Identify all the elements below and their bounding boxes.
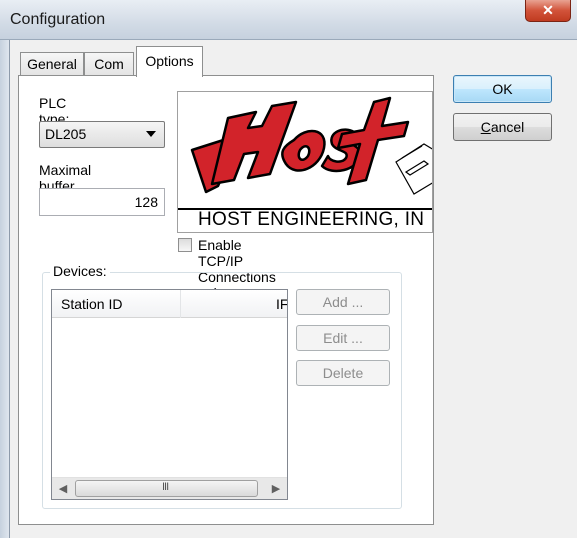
chevron-down-icon [146, 131, 156, 137]
close-icon: ✕ [542, 2, 554, 18]
delete-device-button[interactable]: Delete [296, 360, 390, 386]
horizontal-scrollbar[interactable]: ◀ III ▶ [52, 477, 287, 499]
configuration-dialog: Configuration ✕ General Com Options PLC … [0, 0, 577, 538]
title-bar[interactable]: Configuration ✕ [0, 0, 577, 40]
scroll-left-icon[interactable]: ◀ [56, 482, 70, 496]
edit-device-button[interactable]: Edit ... [296, 325, 390, 351]
host-logo-icon [190, 96, 432, 195]
window-frame-left [0, 40, 10, 538]
column-header-station-id[interactable]: Station ID [61, 296, 122, 312]
tab-com[interactable]: Com [84, 52, 134, 76]
logo-rule-bottom [178, 232, 433, 233]
tab-options[interactable]: Options [136, 46, 203, 77]
scrollbar-thumb[interactable]: III [75, 480, 258, 497]
cancel-button[interactable]: Cancel [453, 113, 552, 141]
column-header-ip[interactable]: IF [276, 296, 287, 312]
devices-group-label: Devices: [50, 263, 110, 279]
ok-button[interactable]: OK [453, 75, 552, 103]
scroll-right-icon[interactable]: ▶ [269, 482, 283, 496]
buffer-size-input[interactable]: 128 [39, 188, 165, 216]
window-title: Configuration [10, 11, 106, 28]
add-device-button[interactable]: Add ... [296, 289, 390, 315]
column-divider[interactable] [180, 290, 181, 318]
close-button[interactable]: ✕ [525, 0, 571, 22]
plc-type-value: DL205 [45, 126, 87, 142]
tab-general[interactable]: General [20, 52, 84, 76]
devices-list[interactable]: Station ID IF ◀ III ▶ [51, 289, 288, 500]
tcp-only-checkbox[interactable] [178, 238, 192, 252]
logo-caption: HOST ENGINEERING, IN [198, 209, 425, 230]
grip-icon: III [162, 481, 169, 493]
host-engineering-logo: HOST ENGINEERING, IN [177, 91, 433, 233]
list-header: Station ID IF [52, 290, 287, 318]
plc-type-select[interactable]: DL205 [39, 121, 165, 148]
